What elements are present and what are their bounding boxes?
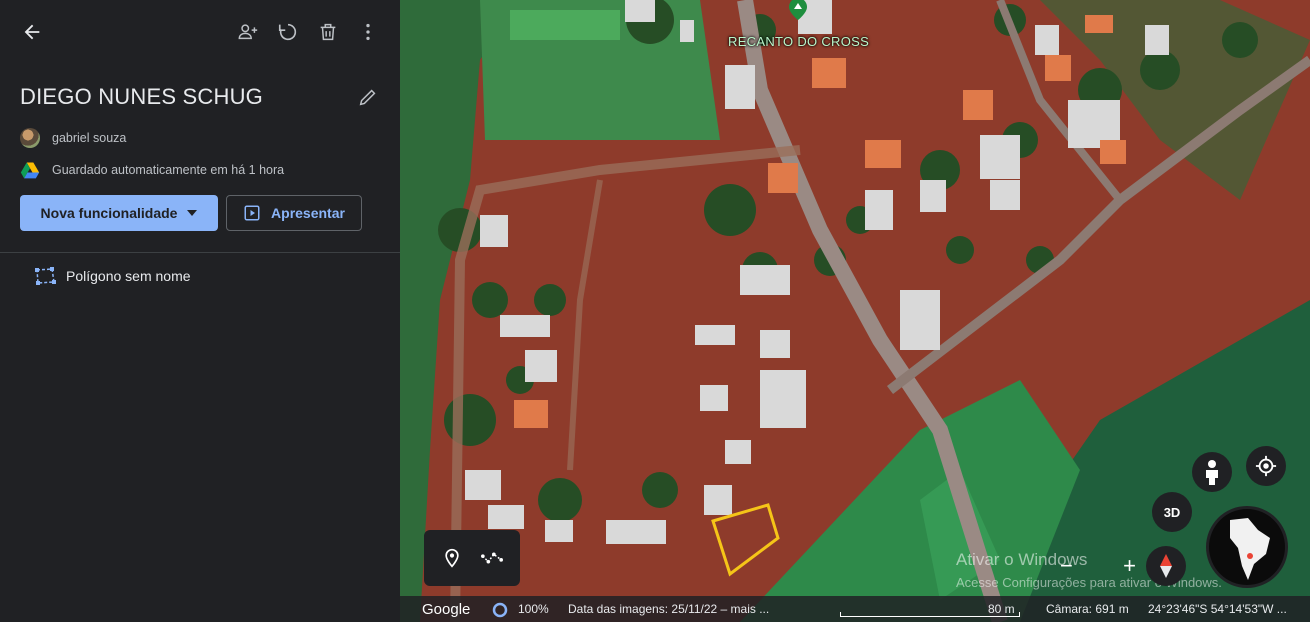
drawing-toolbar [424, 530, 520, 586]
compass-icon [1160, 554, 1172, 578]
google-logo: Google [422, 601, 471, 618]
trash-icon [320, 23, 336, 41]
my-location-button[interactable] [1246, 446, 1286, 486]
toggle-3d-button[interactable]: 3D [1152, 492, 1192, 532]
add-placemark-button[interactable] [436, 542, 468, 574]
present-button[interactable]: Apresentar [226, 195, 362, 231]
imagery-date-link[interactable]: Data das imagens: 25/11/22 – mais ... [568, 602, 769, 616]
project-title: DIEGO NUNES SCHUG [20, 84, 263, 109]
divider [0, 252, 400, 253]
pegman-icon [1206, 460, 1218, 485]
draw-path-button[interactable] [476, 542, 508, 574]
owner-name: gabriel souza [52, 131, 127, 145]
my-location-icon [1255, 455, 1277, 477]
scale-label: 80 m [988, 602, 1015, 616]
loading-ring-icon [492, 602, 508, 618]
present-icon [244, 205, 260, 221]
more-vert-icon [366, 23, 370, 41]
coordinates: 24°23'46"S 54°14'53"W ... [1148, 602, 1287, 616]
polygon-icon [35, 267, 56, 285]
save-status: Guardado automaticamente em há 1 hora [52, 163, 285, 177]
feature-list-item[interactable]: Polígono sem nome [34, 266, 191, 286]
delete-button[interactable] [312, 16, 344, 48]
zoom-control: − + [1050, 548, 1146, 584]
history-icon [278, 23, 297, 41]
back-button[interactable] [16, 16, 48, 48]
feature-label: Polígono sem nome [66, 268, 191, 284]
avatar [20, 128, 40, 148]
zoom-level: 100% [518, 602, 549, 616]
history-button[interactable] [272, 16, 304, 48]
street-view-button[interactable] [1192, 452, 1232, 492]
more-options-button[interactable] [352, 16, 384, 48]
present-label: Apresentar [271, 205, 345, 221]
owner-row: gabriel souza [20, 128, 126, 148]
toggle-3d-label: 3D [1163, 504, 1181, 520]
place-marker-icon[interactable] [788, 0, 808, 20]
camera-altitude: Câmara: 691 m [1046, 602, 1129, 616]
place-label[interactable]: RECANTO DO CROSS [728, 34, 869, 49]
globe-overview[interactable] [1206, 506, 1288, 588]
sidebar-toolbar [0, 0, 400, 64]
caret-down-icon [187, 210, 198, 216]
project-sidebar: DIEGO NUNES SCHUG gabriel souza Guardado… [0, 0, 400, 622]
zoom-in-button[interactable]: + [1123, 553, 1136, 579]
globe-icon [1209, 509, 1285, 585]
pencil-icon [359, 89, 376, 106]
location-pin-icon [445, 548, 459, 568]
compass-button[interactable] [1146, 546, 1186, 586]
new-feature-label: Nova funcionalidade [40, 205, 178, 221]
google-drive-icon [20, 162, 40, 179]
zoom-out-button[interactable]: − [1060, 553, 1073, 579]
arrow-left-icon [24, 24, 40, 40]
save-status-row: Guardado automaticamente em há 1 hora [20, 160, 284, 180]
edit-title-button[interactable] [352, 81, 384, 113]
new-feature-button[interactable]: Nova funcionalidade [20, 195, 218, 231]
share-button[interactable] [232, 16, 264, 48]
path-icon [481, 552, 503, 564]
map-view[interactable]: RECANTO DO CROSS Ativar o Windows Acesse… [400, 0, 1310, 622]
person-add-icon [238, 24, 258, 40]
